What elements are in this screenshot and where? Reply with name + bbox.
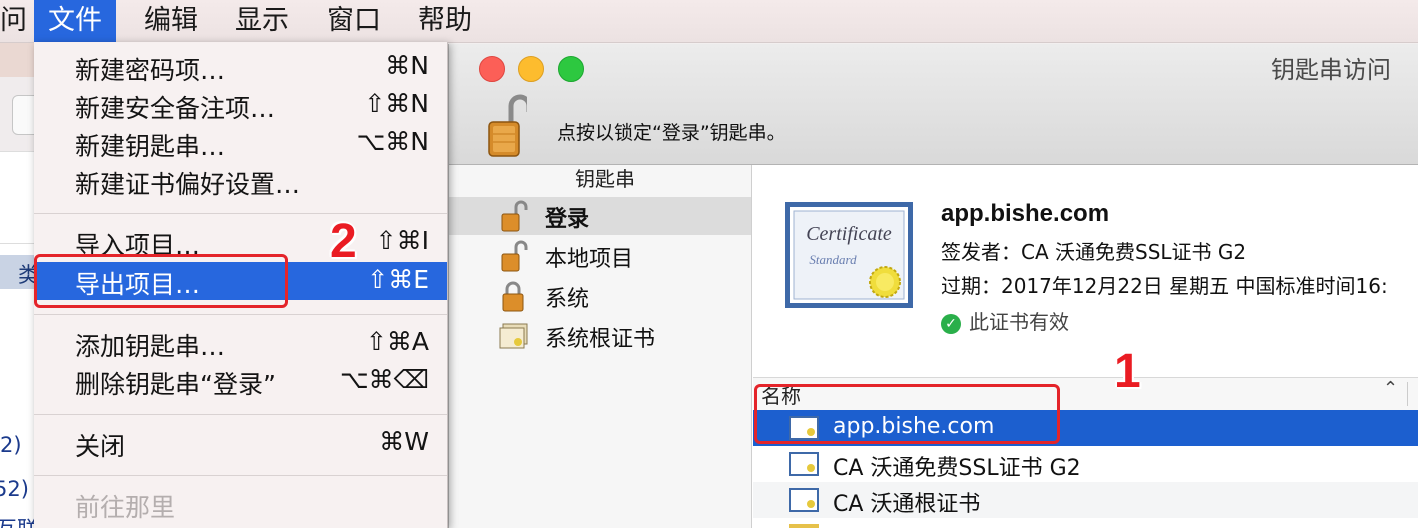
menu-item-shortcut: ⇧⌘N [364, 89, 429, 118]
menu-help[interactable]: 帮助 [404, 0, 486, 42]
unlocked-padlock-icon[interactable] [487, 92, 527, 158]
menu-item-shortcut: ⌘W [379, 427, 429, 456]
certificate-status-text: 此证书有效 [969, 310, 1069, 334]
certificate-title: Certificate [806, 223, 892, 245]
unlocked-padlock-icon [501, 240, 528, 272]
unlocked-padlock-icon [501, 200, 528, 232]
menu-item-label: 新建安全备注项… [75, 94, 276, 123]
menu-item-shortcut: ⌥⌘N [356, 127, 429, 156]
menu-item-shortcut: ⇧⌘I [375, 226, 429, 255]
menu-item-new-secure-note[interactable]: 新建安全备注项… ⇧⌘N [34, 86, 447, 124]
zoom-window-button[interactable] [558, 56, 584, 82]
menu-separator [34, 475, 447, 476]
certificate-subtitle: Standard [809, 252, 857, 267]
menu-item-shortcut: ⇧⌘E [367, 265, 429, 294]
list-row[interactable] [753, 518, 1418, 528]
sidebar-item-local[interactable]: 本地项目 [449, 237, 751, 275]
window-titlebar: 钥匙串访问 点按以锁定“登录”钥匙串。 [449, 44, 1418, 165]
background-tag: 类 [0, 255, 34, 289]
sidebar-item-login[interactable]: 登录 [449, 197, 751, 235]
certificate-name: app.bishe.com [941, 200, 1110, 227]
sidebar-item-label: 本地项目 [545, 247, 634, 272]
window-title: 钥匙串访问 [1271, 56, 1391, 84]
keychain-sidebar: 钥匙串 登录 本地项目 系统 系统根证书 [449, 165, 752, 528]
menu-bar: 问 文件 编辑 显示 窗口 帮助 [0, 0, 1418, 43]
background-link[interactable]: 互联 [0, 513, 34, 528]
menu-item-go-there: 前往那里 [34, 485, 447, 523]
certificate-issuer: 签发者：CA 沃通免费SSL证书 G2 [941, 240, 1247, 264]
column-divider[interactable] [1407, 382, 1408, 406]
menu-item-label: 删除钥匙串“登录” [75, 370, 276, 399]
list-row[interactable]: CA 沃通根证书 [753, 482, 1418, 518]
menu-window[interactable]: 窗口 [313, 0, 395, 42]
list-row-label: CA 沃通免费SSL证书 G2 [833, 456, 1081, 481]
sidebar-item-system-roots[interactable]: 系统根证书 [449, 317, 751, 355]
checkmark-icon: ✓ [941, 314, 961, 334]
menu-item-label: 添加钥匙串… [75, 332, 226, 361]
annotation-step-1: 1 [1114, 345, 1141, 398]
sidebar-item-label: 系统根证书 [545, 327, 656, 352]
menu-edit[interactable]: 编辑 [130, 0, 212, 42]
certificate-stack-icon [499, 323, 528, 349]
lock-message: 点按以锁定“登录”钥匙串。 [557, 122, 786, 144]
menu-item-shortcut: ⌘N [385, 51, 429, 80]
background-app: 类 2) 52) 互联 [0, 43, 34, 528]
close-window-button[interactable] [479, 56, 505, 82]
annotation-box-export [34, 254, 288, 308]
menu-item-new-keychain[interactable]: 新建钥匙串… ⌥⌘N [34, 124, 447, 162]
menu-item-delete-keychain[interactable]: 删除钥匙串“登录” ⌥⌘⌫ [34, 362, 447, 400]
sidebar-item-label: 登录 [545, 207, 590, 232]
locked-padlock-icon [502, 281, 524, 312]
menu-separator [34, 213, 447, 214]
sort-ascending-icon[interactable]: ⌃ [1383, 378, 1398, 399]
menu-item-shortcut: ⌥⌘⌫ [339, 365, 429, 394]
menu-item-new-password[interactable]: 新建密码项… ⌘N [34, 48, 447, 86]
background-toolbar [0, 43, 34, 77]
background-button[interactable] [12, 95, 34, 135]
menu-item-label: 新建证书偏好设置… [75, 170, 301, 199]
menu-item-label: 新建钥匙串… [75, 132, 226, 161]
background-tag-text: 类 [18, 263, 34, 287]
sidebar-item-system[interactable]: 系统 [449, 277, 751, 315]
certificate-expiry: 过期：2017年12月22日 星期五 中国标准时间16: [941, 274, 1388, 298]
menu-file[interactable]: 文件 [34, 0, 116, 42]
background-text: 2) [0, 433, 22, 457]
menu-item-label: 关闭 [75, 432, 126, 461]
menu-item-label: 前往那里 [75, 493, 176, 522]
menu-item-shortcut: ⇧⌘A [365, 327, 429, 356]
keychain-window: 钥匙串访问 点按以锁定“登录”钥匙串。 钥匙串 登录 本地项目 系统 系统根证书… [448, 44, 1418, 528]
menu-view[interactable]: 显示 [221, 0, 303, 42]
menu-separator [34, 314, 447, 315]
certificate-icon: Certificate Standard [785, 202, 913, 308]
list-row-label: CA 沃通根证书 [833, 492, 981, 517]
certificate-icon [789, 488, 819, 512]
annotation-box-certificate [754, 384, 1060, 444]
menu-item-label: 新建密码项… [75, 56, 226, 85]
background-link[interactable]: 52) [0, 477, 29, 501]
certificate-status: ✓ 此证书有效 [941, 306, 1069, 335]
minimize-window-button[interactable] [518, 56, 544, 82]
menu-separator [34, 414, 447, 415]
certificate-icon [789, 452, 819, 476]
background-divider [0, 203, 34, 244]
sidebar-header: 钥匙串 [575, 167, 635, 191]
menu-item-close[interactable]: 关闭 ⌘W [34, 424, 447, 462]
certificate-icon [789, 524, 819, 528]
menu-item-new-certificate-preference[interactable]: 新建证书偏好设置… [34, 162, 447, 200]
annotation-step-2: 2 [330, 215, 357, 268]
list-row[interactable]: CA 沃通免费SSL证书 G2 [753, 446, 1418, 482]
menu-item-add-keychain[interactable]: 添加钥匙串… ⇧⌘A [34, 324, 447, 362]
sidebar-item-label: 系统 [545, 287, 590, 312]
